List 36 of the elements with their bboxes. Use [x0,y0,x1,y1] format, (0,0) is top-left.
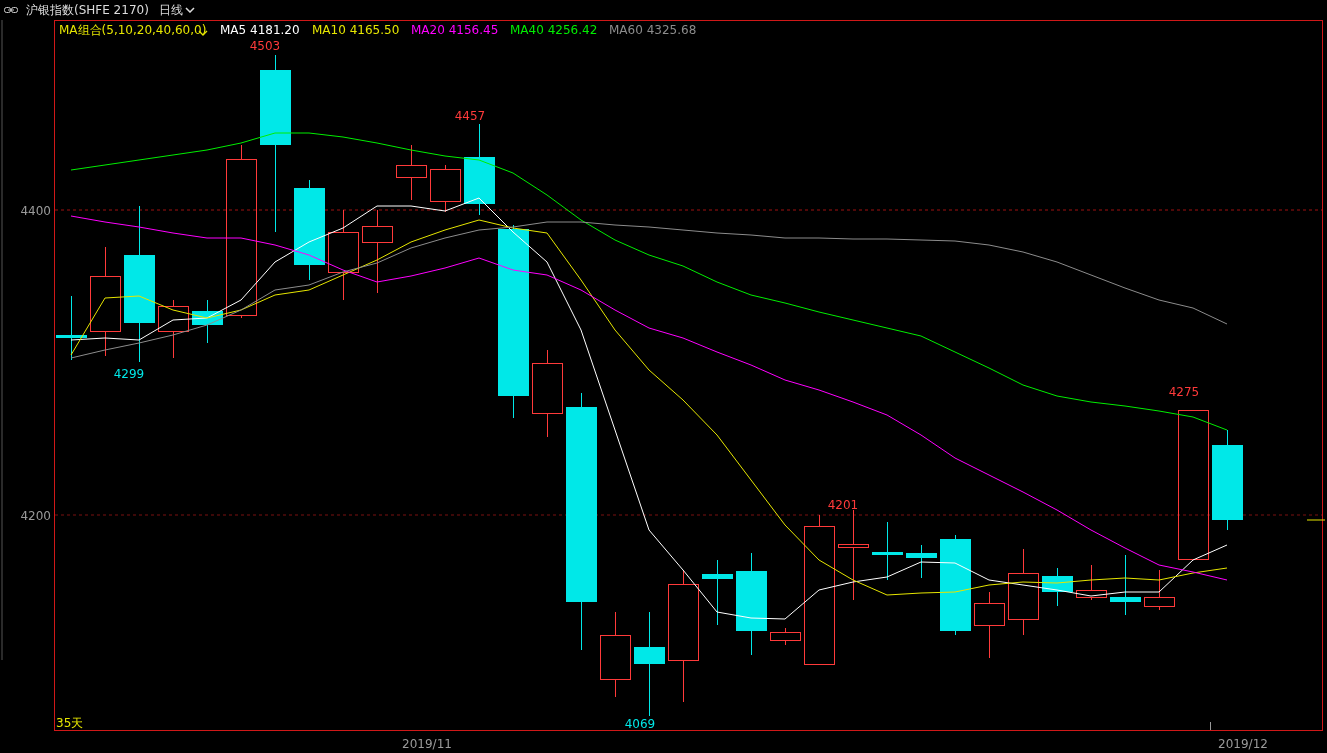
ma-legend-label: MA40 4256.42 [510,23,598,37]
candlestick [770,627,801,646]
candlestick [1042,567,1073,607]
link-icon [4,6,18,14]
ma-legend-label: MA5 4181.20 [220,23,300,37]
date-axis-label: 2019/11 [402,737,452,751]
candlestick [430,164,461,213]
high-price-label: 4503 [249,39,281,53]
ma-legend-label: MA60 4325.68 [609,23,697,37]
candlestick [872,521,903,581]
high-price-label: 4457 [454,109,486,123]
price-axis-label: 4400 [20,204,51,218]
high-price-label: 4275 [1168,385,1200,399]
caret-icon [198,30,208,36]
candlestick [1110,554,1141,616]
ma-legend-label: MA10 4165.50 [312,23,400,37]
price-axis-label: 4200 [20,509,51,523]
date-axis-label: 2019/12 [1218,737,1268,751]
low-price-label: 4299 [113,367,145,381]
candlestick [396,144,427,201]
period-dropdown[interactable]: 日线 [156,1,197,19]
candlestick [1144,569,1175,611]
day-count-label: 35天 [56,716,84,730]
low-price-label: 4069 [624,717,656,731]
instrument-title: 沪银指数(SHFE 2170) [26,2,149,19]
candlestick [56,295,87,361]
ma-legend-label: MA20 4156.45 [411,23,499,37]
candlestick [702,559,733,626]
ma-combo-dropdown[interactable]: MA组合(5,10,20,40,60,0) [59,23,207,37]
high-price-label: 4201 [827,498,859,512]
candlestick [192,299,223,344]
candlestick [974,591,1005,659]
candlestick [158,299,189,359]
candlestick [906,544,937,579]
caret-icon [184,7,195,13]
candlestick [1076,564,1107,601]
